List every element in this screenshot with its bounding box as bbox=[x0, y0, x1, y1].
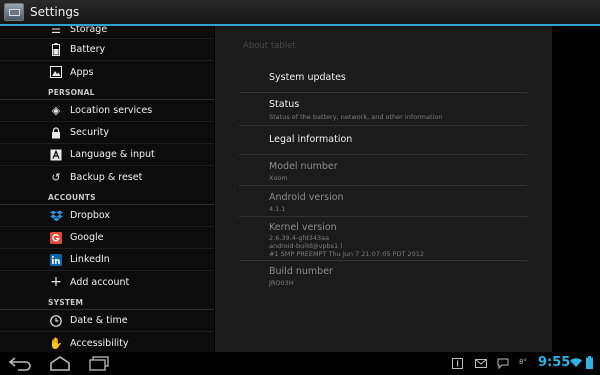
pref-title: System updates bbox=[269, 72, 346, 83]
page-title: About tablet bbox=[243, 41, 296, 51]
section-header-system: SYSTEM bbox=[0, 293, 214, 310]
system-bar: 8° 9:55 bbox=[0, 352, 600, 375]
sidebar-item-security[interactable]: Security bbox=[0, 122, 214, 144]
right-gutter bbox=[552, 26, 600, 352]
pref-legal-information[interactable]: Legal information bbox=[239, 126, 527, 155]
sidebar-item-apps[interactable]: Apps bbox=[0, 61, 214, 83]
pref-summary: 2.6.39.4-gfd343aa android-build@vpbs1 ) … bbox=[269, 234, 425, 258]
sidebar-item-dropbox[interactable]: Dropbox bbox=[0, 205, 214, 227]
sidebar-item-label: Battery bbox=[70, 44, 106, 55]
add-icon: + bbox=[50, 274, 62, 290]
pref-build-number[interactable]: Build number JRO03H bbox=[239, 261, 527, 292]
linkedin-icon bbox=[49, 253, 63, 267]
sidebar-item-location-services[interactable]: ◈ Location services bbox=[0, 100, 214, 122]
pref-title: Status bbox=[269, 99, 300, 110]
settings-app-icon[interactable] bbox=[4, 3, 24, 21]
sidebar-item-battery[interactable]: Battery bbox=[0, 39, 214, 61]
lock-icon bbox=[49, 126, 63, 140]
pref-title: Legal information bbox=[269, 134, 353, 145]
pref-title: Model number bbox=[269, 161, 338, 172]
sidebar-item-label: Backup & reset bbox=[70, 171, 143, 183]
apps-icon bbox=[49, 65, 63, 79]
recent-apps-icon[interactable] bbox=[84, 355, 116, 372]
pref-summary: 4.1.1 bbox=[269, 205, 286, 213]
google-icon bbox=[49, 231, 63, 245]
section-header-personal: PERSONAL bbox=[0, 83, 214, 100]
storage-icon: ☰ bbox=[51, 26, 61, 36]
sidebar-item-storage[interactable]: ☰ Storage bbox=[0, 26, 214, 39]
about-tablet-pane: About tablet System updates Status Statu… bbox=[215, 26, 552, 352]
pref-summary: JRO03H bbox=[269, 279, 294, 287]
gmail-icon[interactable] bbox=[475, 358, 487, 369]
back-icon[interactable] bbox=[6, 355, 38, 372]
sidebar-item-google[interactable]: Google bbox=[0, 227, 214, 249]
sidebar-item-label: Apps bbox=[70, 66, 94, 78]
pref-title: Kernel version bbox=[269, 222, 337, 233]
sidebar-item-label: Add account bbox=[70, 276, 130, 288]
sidebar-item-label: Storage bbox=[70, 26, 108, 35]
clock-icon bbox=[49, 314, 63, 328]
pref-title: Build number bbox=[269, 266, 333, 277]
temperature-readout: 8° bbox=[519, 358, 527, 366]
pref-android-version[interactable]: Android version 4.1.1 bbox=[239, 186, 527, 217]
pref-summary: Status of the battery, network, and othe… bbox=[269, 113, 443, 121]
accessibility-icon: ✋ bbox=[49, 336, 63, 350]
notification-icon[interactable] bbox=[452, 358, 463, 369]
sidebar-item-accessibility[interactable]: ✋ Accessibility bbox=[0, 332, 214, 352]
sidebar-item-label: Google bbox=[70, 232, 104, 243]
section-header-accounts: ACCOUNTS bbox=[0, 188, 214, 205]
sidebar-item-backup-reset[interactable]: ↺ Backup & reset bbox=[0, 166, 214, 188]
language-icon bbox=[49, 148, 63, 162]
sidebar-item-label: Location services bbox=[70, 105, 153, 116]
settings-window: Settings ☰ Storage Battery Apps PERSONAL… bbox=[0, 0, 600, 375]
wifi-icon bbox=[570, 358, 582, 367]
sidebar-item-linkedin[interactable]: LinkedIn bbox=[0, 249, 214, 271]
app-title: Settings bbox=[30, 5, 80, 19]
sidebar-item-language-input[interactable]: Language & input bbox=[0, 144, 214, 166]
dropbox-icon bbox=[49, 209, 63, 223]
location-icon: ◈ bbox=[51, 104, 61, 117]
pref-model-number: Model number Xoom bbox=[239, 155, 527, 186]
home-icon[interactable] bbox=[44, 355, 76, 372]
sidebar-item-label: Language & input bbox=[70, 149, 155, 160]
pref-system-updates[interactable]: System updates bbox=[239, 62, 527, 93]
sidebar-item-label: Accessibility bbox=[70, 337, 129, 349]
sidebar-item-label: Dropbox bbox=[70, 210, 111, 221]
pref-summary: Xoom bbox=[269, 174, 288, 182]
battery-icon bbox=[49, 43, 63, 57]
sidebar-item-label: Date & time bbox=[70, 315, 128, 326]
sidebar-item-label: LinkedIn bbox=[70, 254, 110, 265]
pref-kernel-version: Kernel version 2.6.39.4-gfd343aa android… bbox=[239, 217, 527, 261]
pref-title: Android version bbox=[269, 192, 344, 203]
sidebar-item-label: Security bbox=[70, 127, 110, 138]
talk-icon[interactable] bbox=[497, 358, 509, 369]
battery-status-icon bbox=[586, 356, 593, 369]
settings-sidebar: ☰ Storage Battery Apps PERSONAL ◈ Locati… bbox=[0, 26, 214, 352]
sidebar-item-date-time[interactable]: Date & time bbox=[0, 310, 214, 332]
status-clock[interactable]: 9:55 bbox=[538, 355, 570, 370]
backup-icon: ↺ bbox=[51, 170, 61, 184]
action-bar: Settings bbox=[0, 0, 600, 26]
sidebar-item-add-account[interactable]: + Add account bbox=[0, 271, 214, 293]
pref-status[interactable]: Status Status of the battery, network, a… bbox=[239, 93, 527, 126]
